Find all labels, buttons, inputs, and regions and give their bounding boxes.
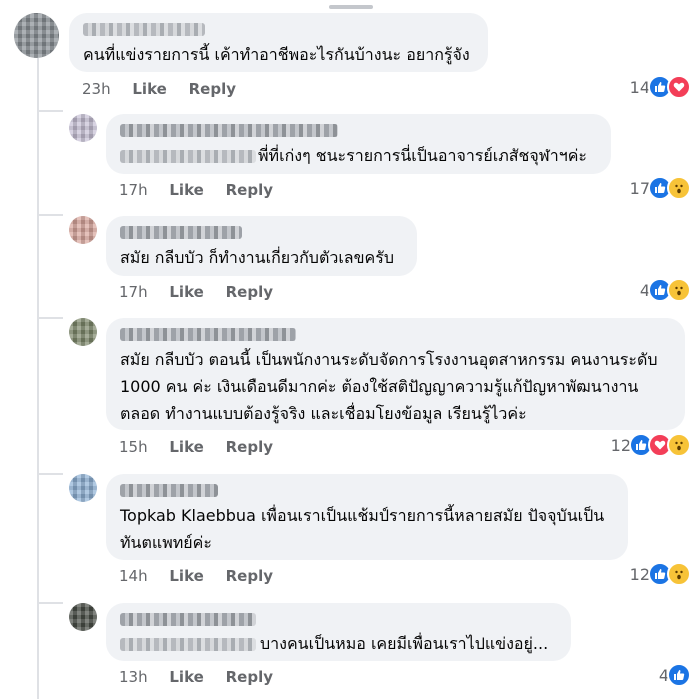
like-button[interactable]: Like [169, 181, 203, 199]
thread-connector [37, 214, 63, 216]
author-name-blurred[interactable] [120, 226, 242, 239]
reaction-count: 14 [629, 77, 650, 97]
reaction-count: 12 [610, 435, 631, 455]
author-name-blurred[interactable] [83, 23, 205, 36]
reaction-summary[interactable]: 4 [659, 663, 691, 687]
wow-icon [667, 176, 691, 200]
comment-actions: 13h Like Reply [119, 668, 290, 686]
author-name-blurred[interactable] [120, 613, 256, 626]
like-button[interactable]: Like [169, 438, 203, 456]
reply-button[interactable]: Reply [226, 438, 273, 456]
comment-text: สมัย กลีบบัว ตอนนี้ เป็นพนักงานระดับจัดก… [120, 350, 658, 369]
comment-bubble: บางคนเป็นหมอ เคยมีเพื่อนเราไปแข่งอยู่... [106, 603, 571, 661]
reaction-count: 12 [629, 564, 650, 584]
reaction-summary[interactable]: 17 [629, 176, 691, 200]
comment-prefix-blurred [120, 638, 256, 651]
comment-bubble: สมัย กลีบบัว ตอนนี้ เป็นพนักงานระดับจัดก… [106, 318, 685, 430]
reply-button[interactable]: Reply [226, 668, 273, 686]
author-name-blurred[interactable] [120, 328, 296, 341]
reaction-summary[interactable]: 4 [640, 278, 691, 302]
reaction-summary[interactable]: 12 [610, 433, 691, 457]
like-icon [667, 663, 691, 687]
comment-text: Topkab Klaebbua เพื่อนเราเป็นแช้มป์รายกา… [120, 506, 605, 525]
timestamp[interactable]: 17h [119, 283, 148, 301]
comment-text: คนที่แข่งรายการนี้ เค้าทำอาชีพอะไรกันบ้า… [83, 45, 470, 64]
reaction-summary[interactable]: 14 [629, 75, 691, 99]
comment-text: พี่ที่เก่งๆ ชนะรายการนี่เป็นอาจารย์เภสัช… [258, 146, 587, 165]
like-button[interactable]: Like [169, 283, 203, 301]
comment-actions: 23h Like Reply [82, 80, 253, 98]
thread-connector [37, 473, 63, 475]
comment-actions: 15h Like Reply [119, 438, 290, 456]
comment-text: สมัย กลีบบัว ก็ทำงานเกี่ยวกับตัวเลขครับ [120, 248, 394, 267]
avatar[interactable] [69, 318, 97, 346]
love-icon [667, 75, 691, 99]
thread-connector [37, 602, 63, 604]
timestamp[interactable]: 13h [119, 668, 148, 686]
author-name-blurred[interactable] [120, 124, 338, 137]
comment-actions: 17h Like Reply [119, 283, 290, 301]
comment-text: ทันตแพทย์ค่ะ [120, 533, 212, 552]
like-button[interactable]: Like [132, 80, 166, 98]
reply-button[interactable]: Reply [226, 283, 273, 301]
reaction-summary[interactable]: 12 [629, 562, 691, 586]
comment-text: 1000 คน ค่ะ เงินเดือนดีมากค่ะ ต้องใช้สติ… [120, 377, 639, 396]
reaction-count: 17 [629, 178, 650, 198]
grab-handle[interactable] [329, 5, 373, 9]
comment-actions: 14h Like Reply [119, 567, 290, 585]
reply-button[interactable]: Reply [226, 567, 273, 585]
comment-bubble: Topkab Klaebbua เพื่อนเราเป็นแช้มป์รายกา… [106, 474, 628, 560]
author-name-blurred[interactable] [120, 484, 218, 497]
timestamp[interactable]: 15h [119, 438, 148, 456]
comment-bubble: คนที่แข่งรายการนี้ เค้าทำอาชีพอะไรกันบ้า… [69, 13, 488, 72]
wow-icon [667, 278, 691, 302]
avatar[interactable] [69, 114, 97, 142]
comment-bubble: สมัย กลีบบัว ก็ทำงานเกี่ยวกับตัวเลขครับ [106, 216, 417, 276]
comment-text: ตลอด ทำงานแบบต้องรู้จริง และเชื่อมโยงข้อ… [120, 404, 527, 423]
timestamp[interactable]: 23h [82, 80, 111, 98]
timestamp[interactable]: 14h [119, 567, 148, 585]
wow-icon [667, 433, 691, 457]
reply-button[interactable]: Reply [189, 80, 236, 98]
avatar[interactable] [69, 474, 97, 502]
comment-bubble: พี่ที่เก่งๆ ชนะรายการนี่เป็นอาจารย์เภสัช… [106, 114, 611, 174]
avatar[interactable] [69, 603, 97, 631]
comment-text: บางคนเป็นหมอ เคยมีเพื่อนเราไปแข่งอยู่... [260, 634, 549, 653]
timestamp[interactable]: 17h [119, 181, 148, 199]
avatar[interactable] [14, 13, 59, 58]
thread-connector [37, 317, 63, 319]
reply-button[interactable]: Reply [226, 181, 273, 199]
wow-icon [667, 562, 691, 586]
like-button[interactable]: Like [169, 567, 203, 585]
avatar[interactable] [69, 216, 97, 244]
like-button[interactable]: Like [169, 668, 203, 686]
comment-actions: 17h Like Reply [119, 181, 290, 199]
comment-prefix-blurred [120, 150, 256, 163]
thread-connector [37, 110, 63, 112]
